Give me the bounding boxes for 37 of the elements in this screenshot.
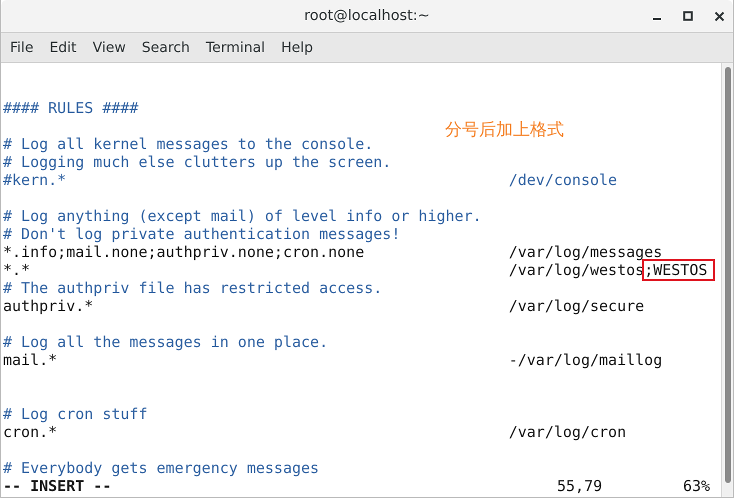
comment-text: # Log all kernel messages to the console. [3,135,374,153]
menu-item[interactable]: Help [275,40,319,56]
comment-text: # Log anything (except mail) of level info or higher. [3,207,482,225]
menu-item[interactable]: Search [136,40,196,56]
log-path-text: /dev/console [508,171,618,189]
scroll-percent: 63% [683,477,712,495]
log-path-text: /var/log/secure [508,297,644,315]
comment-text: # Don't log private authentication messages! [3,225,400,243]
menu-item[interactable]: Terminal [200,40,272,56]
log-path-text: /var/log/westos [508,261,644,279]
scrollbar-track[interactable] [721,63,733,497]
comment-text: # Log all the messages in one place. [3,333,328,351]
comment-text: # Everybody gets emergency messages [3,459,320,477]
highlighted-text: ;WESTOS [644,261,714,279]
mode-indicator: -- INSERT -- [3,477,112,495]
maximize-icon[interactable] [683,11,693,21]
comment-text: # Logging much else clutters up the screen. [3,153,392,171]
comment-text: # The authpriv file has restricted access. [3,279,382,297]
cursor-position: 55,79 [557,477,604,495]
window-title: root@localhost:~ [304,8,430,24]
selector-text: cron.* [3,423,58,441]
comment-text: #### RULES #### [3,99,138,117]
menu-item[interactable]: File [4,40,40,56]
selector-text: authpriv.* [3,297,94,315]
selector-text: *.info;mail.none;authpriv.none;cron.none [3,243,366,261]
comment-text: # Log cron stuff [3,405,148,423]
menu-item[interactable]: Edit [43,40,83,56]
log-path-text: /var/log/cron [508,423,626,441]
log-path-text: -/var/log/maillog [508,351,662,369]
comment-text: #kern.* [3,171,68,189]
selector-text: mail.* [3,351,58,369]
close-icon[interactable] [714,10,725,22]
menu-item[interactable]: View [86,40,132,56]
scrollbar-thumb[interactable] [725,67,731,483]
log-path-text: /var/log/messages [508,243,662,261]
selector-text: *.* [3,261,32,279]
annotation-text: 分号后加上格式 [445,119,564,141]
